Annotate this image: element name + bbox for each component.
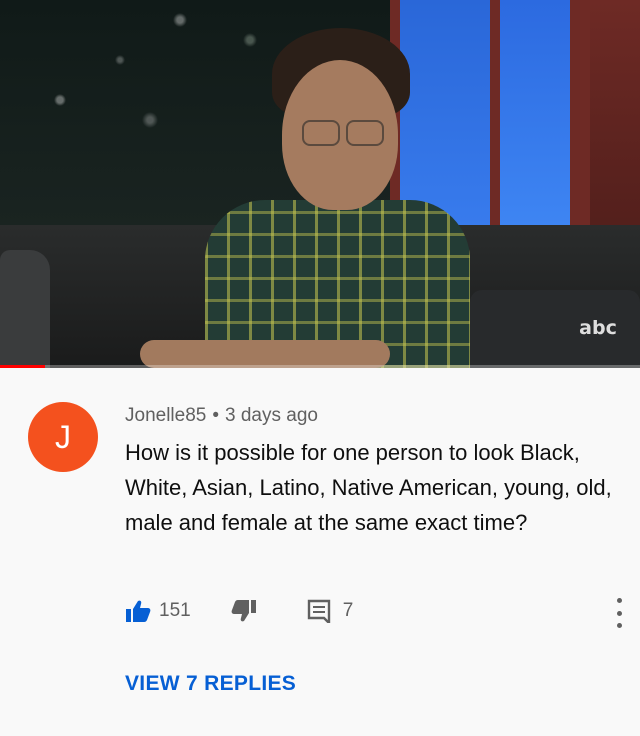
video-window-pane [500,0,570,250]
view-replies-button[interactable]: VIEW 7 REPLIES [125,672,296,696]
video-progress-fill [0,365,45,368]
reply-button[interactable]: 7 [307,599,354,623]
meta-separator: • [212,405,219,426]
comment-icon [307,599,331,623]
more-vert-icon[interactable] [612,598,626,628]
video-person-hands [140,340,390,368]
video-chair [0,250,50,368]
comment-time: 3 days ago [225,405,318,426]
video-person-glasses [298,120,388,146]
like-button[interactable]: 151 [125,599,191,623]
video-player[interactable]: abc [0,0,640,368]
like-count: 151 [159,600,191,621]
channel-watermark-logo: abc [579,317,617,339]
reply-count: 7 [342,600,354,621]
comment-actions: 151 7 [125,594,353,628]
comment-meta: Jonelle85 • 3 days ago [125,405,318,427]
dislike-button[interactable] [231,599,257,623]
avatar[interactable]: J [28,402,98,472]
video-progress-bar[interactable] [0,365,640,368]
thumbs-up-icon [125,599,151,623]
comment-text: How is it possible for one person to loo… [125,440,612,535]
comment-author[interactable]: Jonelle85 [125,405,206,426]
thumbs-down-icon [231,599,257,623]
